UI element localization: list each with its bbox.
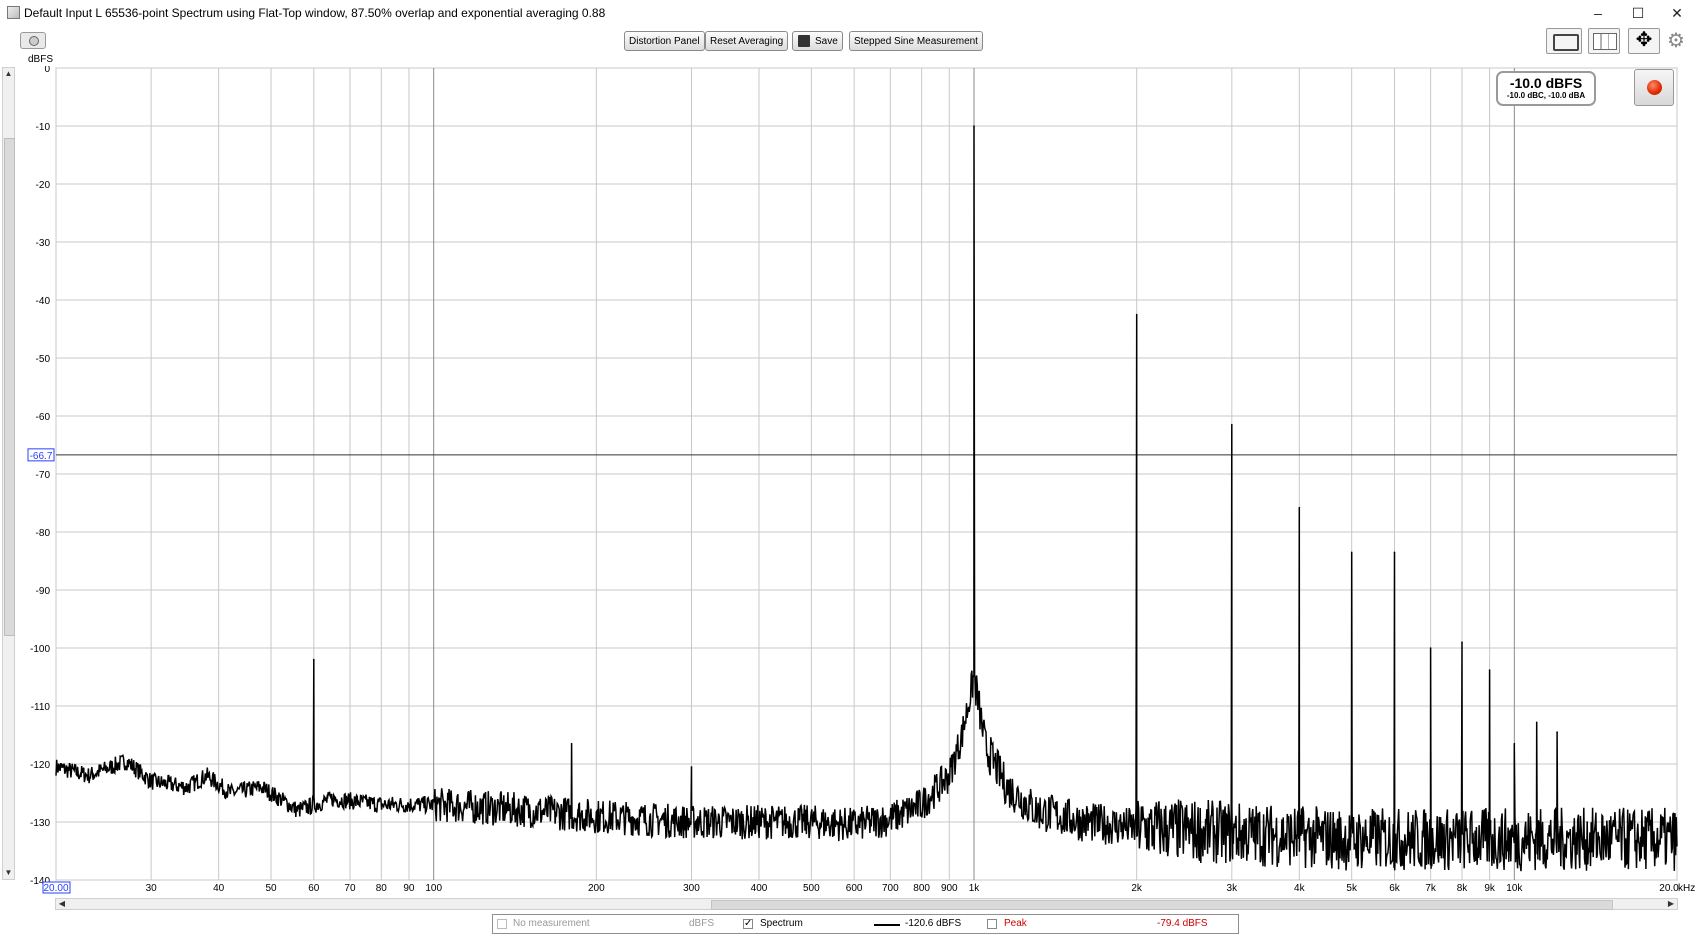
- x-tick-label: 4k: [1294, 883, 1306, 894]
- x-tick-label: 3k: [1227, 883, 1239, 894]
- save-button[interactable]: Save: [792, 31, 843, 51]
- y-tick-label: -70: [36, 470, 51, 481]
- columns-view-icon[interactable]: [1588, 28, 1620, 54]
- spectrum-peak-point: [1429, 647, 1432, 649]
- level-readout-weighted: -10.0 dBC, -10.0 dBA: [1506, 91, 1586, 100]
- x-tick-label: 60: [308, 883, 320, 894]
- spectrum-peak-point: [1393, 551, 1396, 554]
- no-measurement-unit: dBFS: [689, 918, 715, 929]
- reset-averaging-button[interactable]: Reset Averaging: [705, 31, 789, 51]
- y-tick-label: -80: [36, 528, 51, 539]
- y-tick-label: -90: [36, 586, 51, 597]
- spectrum-peak-point: [1231, 423, 1233, 426]
- minimize-icon[interactable]: –: [1579, 0, 1617, 26]
- y-tick-label: -40: [36, 296, 51, 307]
- x-tick-label: 30: [146, 883, 158, 894]
- y-tick-label: -60: [36, 412, 51, 423]
- x-unit-label: kHz: [1678, 883, 1695, 894]
- x-tick-label: 80: [376, 883, 388, 894]
- y-tick-label: -30: [36, 238, 51, 249]
- camera-icon[interactable]: [20, 32, 46, 49]
- title-bar: Default Input L 65536-point Spectrum usi…: [0, 0, 1698, 27]
- horizontal-scrollbar[interactable]: ◀ ▶: [55, 898, 1678, 910]
- cursor-level-label: -66.7: [30, 451, 53, 462]
- x-tick-label: 6k: [1389, 883, 1401, 894]
- x-tick-label: 500: [803, 883, 820, 894]
- horizontal-scroll-thumb[interactable]: [711, 900, 1613, 910]
- save-icon: [798, 35, 810, 47]
- x-tick-label: 200: [588, 883, 605, 894]
- spectrum-peak-point: [1535, 721, 1538, 724]
- spectrum-swatch: [874, 924, 900, 926]
- spectrum-checkbox[interactable]: ✓: [743, 919, 753, 929]
- spectrum-peak-point: [1298, 506, 1301, 509]
- x-tick-label: 8k: [1457, 883, 1469, 894]
- x-tick-label: 10k: [1506, 883, 1523, 894]
- spectrum-peak-point: [1513, 742, 1516, 745]
- settings-gear-icon[interactable]: ⚙: [1667, 30, 1685, 52]
- x-tick-label: 70: [344, 883, 356, 894]
- spectrum-peak-point: [1556, 731, 1558, 733]
- spectrum-peak-point: [690, 766, 693, 768]
- spectrum-peak-point: [313, 658, 315, 661]
- y-tick-label: -130: [30, 818, 50, 829]
- spectrum-label: Spectrum: [760, 918, 803, 929]
- spectrum-peak-point: [973, 125, 975, 127]
- no-measurement-checkbox[interactable]: [497, 919, 507, 929]
- x-tick-label: 50: [265, 883, 277, 894]
- y-axis-unit-label: dBFS: [28, 54, 54, 65]
- maximize-icon[interactable]: ☐: [1619, 0, 1657, 26]
- scroll-right-icon[interactable]: ▶: [1665, 898, 1677, 910]
- distortion-panel-button[interactable]: Distortion Panel: [624, 31, 705, 51]
- spectrum-peak-point: [1461, 641, 1463, 643]
- level-readout-value: -10.0 dBFS: [1509, 75, 1583, 91]
- fit-axes-icon[interactable]: ✥: [1628, 28, 1660, 54]
- save-button-label: Save: [815, 36, 838, 47]
- peak-checkbox[interactable]: [987, 919, 997, 929]
- x-tick-label: 5k: [1346, 883, 1358, 894]
- x-tick-label: 1k: [969, 883, 981, 894]
- y-tick-label: 0: [44, 66, 50, 75]
- x-tick-label: 300: [683, 883, 700, 894]
- no-measurement-label: No measurement: [513, 918, 590, 929]
- x-tick-label: 600: [846, 883, 863, 894]
- y-tick-label: -120: [30, 760, 50, 771]
- x-tick-label: 40: [213, 883, 225, 894]
- spectrum-value: -120.6 dBFS: [905, 918, 962, 929]
- x-tick-label: 90: [403, 883, 415, 894]
- spectrum-peak-point: [1135, 313, 1138, 316]
- spectrum-peak-point: [1350, 551, 1353, 554]
- y-tick-label: -20: [36, 180, 51, 191]
- window-title: Default Input L 65536-point Spectrum usi…: [24, 6, 606, 20]
- y-tick-label: -50: [36, 354, 51, 365]
- record-button[interactable]: [1634, 69, 1674, 106]
- y-tick-label: -10: [36, 122, 51, 133]
- record-icon: [1647, 80, 1662, 95]
- spectrum-peak-point: [570, 742, 573, 745]
- spectrum-peak-point: [1488, 669, 1491, 671]
- stepped-sine-measurement-button[interactable]: Stepped Sine Measurement: [849, 31, 983, 51]
- x-tick-label: 7k: [1425, 883, 1437, 894]
- x-tick-label: 100: [425, 883, 442, 894]
- y-tick-label: -100: [30, 644, 50, 655]
- app-icon: [7, 6, 20, 19]
- scope-view-icon[interactable]: [1546, 28, 1582, 54]
- spectrum-chart[interactable]: 0 -10 -20 -30 -40 -50 -60 -70 -80 -90 -100 -110 -120…: [0, 66, 1698, 898]
- x-tick-label: 400: [751, 883, 768, 894]
- x-tick-label: 2k: [1131, 883, 1143, 894]
- x-tick-label: 20.00: [43, 883, 68, 894]
- legend-bar: No measurement dBFS ✓ Spectrum -120.6 dB…: [492, 914, 1239, 934]
- x-tick-label: 700: [882, 883, 899, 894]
- scroll-left-icon[interactable]: ◀: [56, 898, 68, 910]
- peak-value: -79.4 dBFS: [1157, 918, 1208, 929]
- level-readout: -10.0 dBFS -10.0 dBC, -10.0 dBA: [1496, 71, 1596, 106]
- x-tick-label: 800: [913, 883, 930, 894]
- close-icon[interactable]: ✕: [1658, 0, 1696, 26]
- x-tick-label: 900: [941, 883, 958, 894]
- x-tick-label: 9k: [1484, 883, 1496, 894]
- y-tick-label: -110: [31, 702, 51, 713]
- peak-label: Peak: [1004, 918, 1027, 929]
- x-tick-label: 20.0: [1659, 883, 1679, 894]
